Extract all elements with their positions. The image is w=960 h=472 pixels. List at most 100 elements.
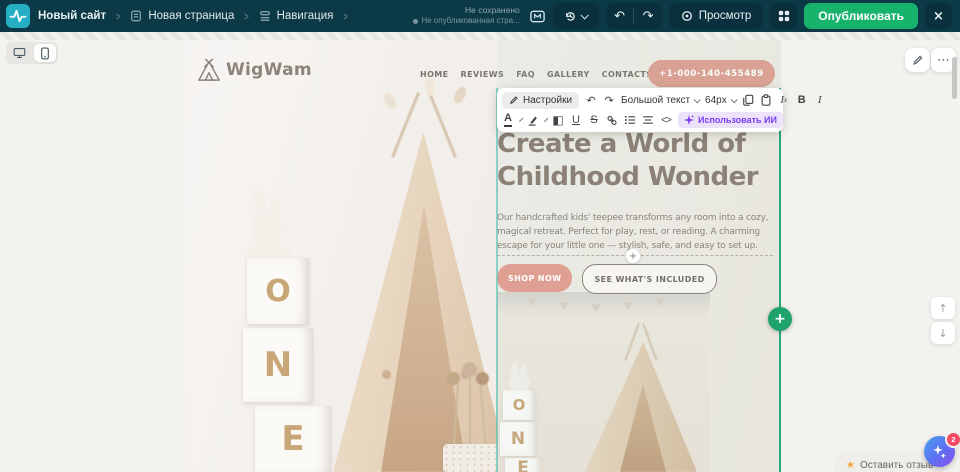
fill-button[interactable]: ◧ — [552, 113, 564, 127]
ai-sparkle-icon — [684, 115, 694, 125]
font-size-dropdown[interactable]: 64px — [705, 95, 736, 106]
eye-icon — [681, 10, 693, 22]
breadcrumb-separator: › — [243, 7, 249, 25]
desktop-view-button[interactable] — [8, 44, 30, 62]
hero-heading[interactable]: Create a World of Childhood Wonder — [497, 128, 781, 194]
save-status-text: Не сохранено — [413, 5, 519, 16]
nav-link-reviews[interactable]: REVIEWS — [461, 70, 505, 79]
chevron-down-icon — [730, 96, 737, 103]
pencil-icon — [912, 54, 924, 66]
breadcrumb-navigation[interactable]: Навигация — [259, 10, 334, 22]
move-down-button[interactable]: ↓ — [931, 322, 955, 344]
redo-button[interactable]: ↷ — [634, 3, 662, 29]
publish-button[interactable]: Опубликовать — [804, 3, 918, 29]
paste-button[interactable] — [760, 94, 772, 106]
letter-cube: E — [255, 406, 331, 472]
undo-button[interactable]: ↶ — [585, 94, 597, 107]
breadcrumb-page-label: Новая страница — [148, 10, 234, 22]
letter-cube: O — [247, 258, 309, 324]
monitor-icon — [13, 47, 26, 59]
status-dot — [413, 19, 418, 24]
feedback-label: Оставить отзыв — [860, 460, 933, 471]
nav-link-faq[interactable]: FAQ — [516, 70, 535, 79]
copy-button[interactable] — [742, 94, 754, 106]
smartphone-icon — [40, 47, 50, 60]
bold-button[interactable]: B — [796, 94, 808, 106]
highlighter-icon — [527, 114, 539, 126]
settings-button[interactable]: Настройки — [502, 92, 579, 109]
teepee-logo-icon — [197, 58, 221, 82]
shop-now-button[interactable]: SHOP NOW — [497, 264, 572, 292]
site-logo[interactable]: WigWam — [197, 58, 312, 82]
text-editor-toolbar: Настройки ↶ ↷ Большой текст 64px Ix B I … — [497, 88, 783, 132]
selection-border-left — [496, 88, 498, 472]
chevron-down-icon[interactable] — [544, 117, 548, 121]
chevron-down-icon — [694, 96, 701, 103]
move-up-button[interactable]: ↑ — [931, 297, 955, 319]
breadcrumb-separator: › — [115, 7, 121, 25]
stack-icon — [259, 10, 271, 22]
device-switcher — [6, 42, 58, 64]
whats-included-button[interactable]: SEE WHAT'S INCLUDED — [582, 264, 716, 294]
link-icon — [606, 114, 618, 127]
notification-badge: 2 — [945, 431, 960, 448]
scrollbar-thumb[interactable] — [952, 57, 957, 99]
apps-button[interactable] — [770, 3, 797, 29]
magic-cursor-icon — [932, 444, 947, 459]
topbar: Новый сайт › Новая страница › Навигация … — [0, 0, 960, 32]
link-button[interactable] — [606, 114, 618, 127]
nav-link-gallery[interactable]: GALLERY — [547, 70, 590, 79]
text-color-icon: A — [504, 113, 512, 127]
redo-button[interactable]: ↷ — [603, 94, 615, 107]
publish-status-text: Не опубликованная стра... — [421, 16, 519, 25]
chevron-down-icon — [581, 11, 589, 19]
close-button[interactable]: × — [925, 3, 952, 29]
text-color-button[interactable]: A — [502, 113, 514, 127]
breadcrumb-site[interactable]: Новый сайт — [38, 10, 106, 22]
underline-button[interactable]: U — [570, 114, 582, 126]
mobile-view-button[interactable] — [34, 44, 56, 62]
list-icon — [624, 114, 636, 126]
breadcrumb-separator: › — [342, 7, 348, 25]
letter-cube-small: N — [500, 422, 536, 456]
nav-link-contacts[interactable]: CONTACTS — [602, 70, 653, 79]
italic-button[interactable]: I — [814, 94, 826, 106]
use-ai-button[interactable]: Использовать ИИ — [678, 112, 783, 128]
block-edit-button[interactable] — [905, 48, 930, 72]
preview-button[interactable]: Просмотр — [669, 3, 764, 29]
brand-name: WigWam — [226, 60, 312, 80]
align-button[interactable] — [642, 114, 654, 126]
apps-grid-icon — [778, 10, 790, 22]
preview-label: Просмотр — [699, 10, 752, 22]
hero-inner-image[interactable]: O N E — [497, 292, 710, 472]
letter-cube-small: O — [503, 390, 535, 420]
undo-redo-group: ↶ ↷ — [606, 3, 662, 29]
page-icon — [130, 10, 142, 22]
nav-link-home[interactable]: HOME — [420, 70, 449, 79]
breadcrumb-page[interactable]: Новая страница — [130, 10, 234, 22]
chevron-down-icon[interactable] — [519, 117, 523, 121]
pencil-icon — [509, 95, 519, 105]
save-status: Не сохранено Не опубликованная стра... — [413, 5, 519, 27]
editor-app: Новый сайт › Новая страница › Навигация … — [0, 0, 960, 472]
add-element-button[interactable]: + — [626, 249, 640, 263]
undo-button[interactable]: ↶ — [606, 3, 634, 29]
site-nav: HOME REVIEWS FAQ GALLERY CONTACTS — [420, 70, 652, 79]
hero-paragraph[interactable]: Our handcrafted kids' teepee transforms … — [497, 212, 769, 254]
strikethrough-button[interactable]: S — [588, 114, 600, 126]
element-divider: + — [497, 255, 773, 256]
text-style-dropdown[interactable]: Большой текст — [621, 95, 699, 106]
bullet-list-button[interactable] — [624, 114, 636, 126]
clear-format-button[interactable]: Ix — [778, 94, 790, 106]
canvas-top-stripes — [0, 32, 960, 40]
block-boundary-line — [779, 88, 781, 472]
hotkeys-icon[interactable] — [529, 8, 546, 25]
highlight-button[interactable] — [527, 114, 539, 126]
star-icon: ★ — [846, 460, 855, 471]
builder-logo-icon[interactable] — [6, 4, 30, 28]
phone-button[interactable]: +1-000-140-455489 — [648, 60, 775, 87]
history-button[interactable] — [553, 3, 599, 29]
code-button[interactable]: <> — [660, 115, 672, 126]
add-block-button[interactable]: + — [768, 307, 792, 331]
letter-cube: N — [243, 328, 313, 402]
